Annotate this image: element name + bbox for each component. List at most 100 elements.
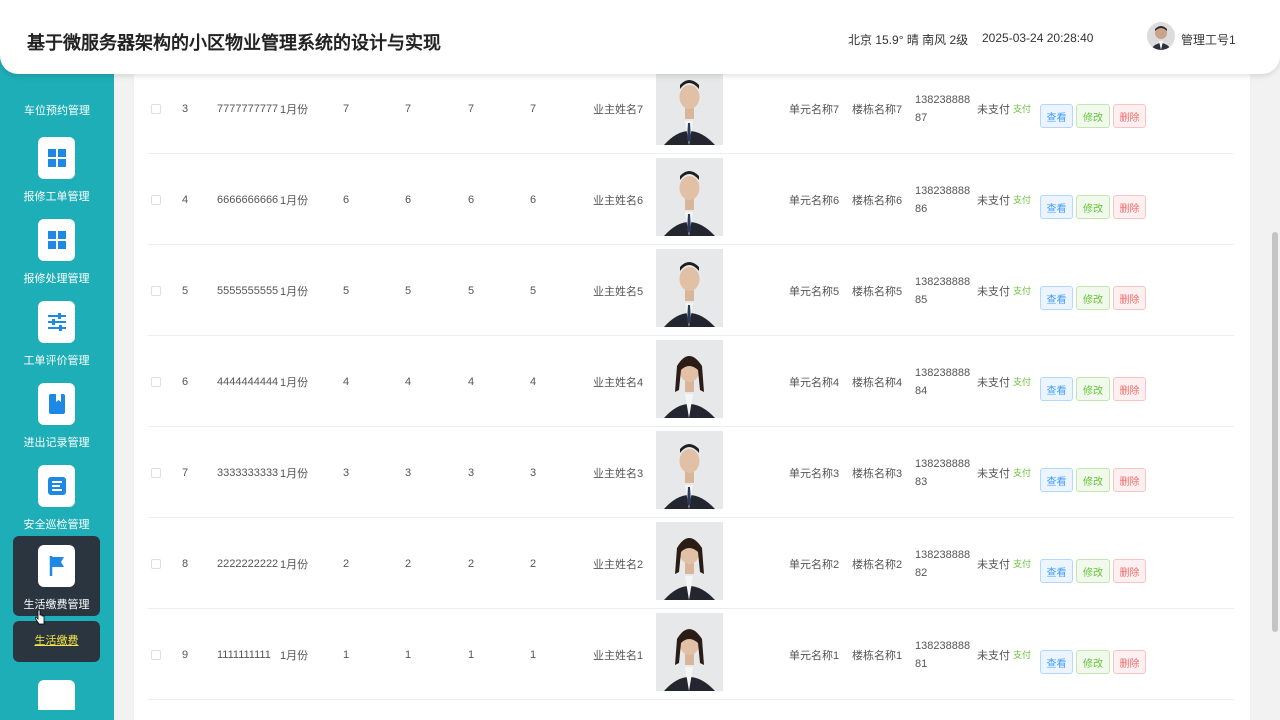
delete-button[interactable]: 删除 bbox=[1113, 377, 1146, 401]
value-3: 4 bbox=[468, 375, 475, 388]
row-checkbox[interactable] bbox=[151, 195, 161, 205]
view-button[interactable]: 查看 bbox=[1040, 468, 1073, 492]
submenu-item-living-payment[interactable]: 生活缴费 bbox=[13, 621, 100, 662]
row-checkbox[interactable] bbox=[151, 650, 161, 660]
view-button[interactable]: 查看 bbox=[1040, 286, 1073, 310]
value-1: 7 bbox=[343, 102, 350, 115]
next-menu-icon[interactable] bbox=[38, 680, 75, 710]
unit-name: 单元名称4 bbox=[789, 376, 840, 389]
value-3: 3 bbox=[468, 466, 475, 479]
owner-photo bbox=[656, 340, 723, 418]
pay-link[interactable]: 支付 bbox=[1013, 245, 1031, 336]
top-header: 基于微服务器架构的小区物业管理系统的设计与实现 北京 15.9° 晴 南风 2级… bbox=[0, 0, 1280, 74]
sidebar-item-parking[interactable]: 车位预约管理 bbox=[0, 102, 114, 118]
owner-photo bbox=[656, 158, 723, 236]
view-button[interactable]: 查看 bbox=[1040, 377, 1073, 401]
delete-button[interactable]: 删除 bbox=[1113, 559, 1146, 583]
value-4: 7 bbox=[530, 102, 537, 115]
value-1: 6 bbox=[343, 193, 350, 206]
value-3: 2 bbox=[468, 557, 475, 570]
edit-button[interactable]: 修改 bbox=[1076, 650, 1110, 674]
pay-link[interactable]: 支付 bbox=[1013, 427, 1031, 518]
sidebar-item-living-payment[interactable]: 生活缴费管理 bbox=[13, 536, 100, 616]
pay-link[interactable]: 支付 bbox=[1013, 63, 1031, 154]
edit-button[interactable]: 修改 bbox=[1076, 104, 1110, 128]
unit-name: 单元名称5 bbox=[789, 285, 840, 298]
pay-link[interactable]: 支付 bbox=[1013, 154, 1031, 245]
table-row: 8 2222222222 1月份 2 2 2 2 业主姓名2 单元名称2 楼栋名称2 未支付 支付 13… bbox=[148, 518, 1234, 609]
view-button[interactable]: 查看 bbox=[1040, 195, 1073, 219]
sidebar-item-label: 报修处理管理 bbox=[23, 273, 90, 285]
value-4: 5 bbox=[530, 284, 537, 297]
row-index: 6 bbox=[182, 375, 189, 388]
row-checkbox[interactable] bbox=[151, 104, 161, 114]
fee-code: 3333333333 bbox=[217, 466, 279, 479]
owner-name: 业主姓名6 bbox=[593, 194, 644, 207]
table-row: 5 5555555555 1月份 5 5 5 5 业主姓名5 单元名称5 楼栋名称5 未支付 支付 13… bbox=[148, 245, 1234, 336]
sidebar-item-order-evaluation[interactable]: 工单评价管理 bbox=[13, 292, 100, 372]
edit-button[interactable]: 修改 bbox=[1076, 195, 1110, 219]
building-name: 楼栋名称3 bbox=[852, 467, 903, 480]
pay-link[interactable]: 支付 bbox=[1013, 518, 1031, 609]
edit-button[interactable]: 修改 bbox=[1076, 559, 1110, 583]
owner-phone: 13823888886 bbox=[915, 185, 971, 215]
fee-code: 7777777777 bbox=[217, 102, 279, 115]
edit-button[interactable]: 修改 bbox=[1076, 468, 1110, 492]
row-checkbox[interactable] bbox=[151, 377, 161, 387]
view-button[interactable]: 查看 bbox=[1040, 559, 1073, 583]
value-1: 3 bbox=[343, 466, 350, 479]
owner-phone: 13823888887 bbox=[915, 94, 971, 124]
avatar[interactable] bbox=[1147, 22, 1175, 50]
sidebar-item-repair-handling[interactable]: 报修处理管理 bbox=[13, 210, 100, 290]
row-index: 7 bbox=[182, 466, 189, 479]
fee-month: 1月份 bbox=[280, 194, 309, 207]
value-1: 2 bbox=[343, 557, 350, 570]
payment-status: 未支付 bbox=[977, 467, 1010, 480]
book-icon bbox=[38, 383, 75, 425]
owner-photo bbox=[656, 613, 723, 691]
value-2: 3 bbox=[405, 466, 412, 479]
delete-button[interactable]: 删除 bbox=[1113, 650, 1146, 674]
value-4: 6 bbox=[530, 193, 537, 206]
building-name: 楼栋名称5 bbox=[852, 285, 903, 298]
value-2: 4 bbox=[405, 375, 412, 388]
scrollbar-thumb[interactable] bbox=[1272, 232, 1278, 632]
row-checkbox[interactable] bbox=[151, 468, 161, 478]
delete-button[interactable]: 删除 bbox=[1113, 195, 1146, 219]
payment-status: 未支付 bbox=[977, 376, 1010, 389]
delete-button[interactable]: 删除 bbox=[1113, 468, 1146, 492]
pay-link[interactable]: 支付 bbox=[1013, 609, 1031, 700]
fee-code: 6666666666 bbox=[217, 193, 279, 206]
value-3: 5 bbox=[468, 284, 475, 297]
sliders-icon bbox=[38, 301, 75, 343]
row-checkbox[interactable] bbox=[151, 286, 161, 296]
building-name: 楼栋名称2 bbox=[852, 558, 903, 571]
table-row: 3 7777777777 1月份 7 7 7 7 业主姓名7 单元名称7 楼栋名称7 未支付 支付 13… bbox=[148, 63, 1234, 154]
sidebar-item-label: 生活缴费管理 bbox=[23, 599, 90, 611]
delete-button[interactable]: 删除 bbox=[1113, 286, 1146, 310]
view-button[interactable]: 查看 bbox=[1040, 650, 1073, 674]
edit-button[interactable]: 修改 bbox=[1076, 377, 1110, 401]
fee-month: 1月份 bbox=[280, 649, 309, 662]
view-button[interactable]: 查看 bbox=[1040, 104, 1073, 128]
fee-code: 2222222222 bbox=[217, 557, 279, 570]
fee-month: 1月份 bbox=[280, 558, 309, 571]
pay-link[interactable]: 支付 bbox=[1013, 336, 1031, 427]
row-index: 5 bbox=[182, 284, 189, 297]
fee-month: 1月份 bbox=[280, 103, 309, 116]
sidebar-item-safety-patrol[interactable]: 安全巡检管理 bbox=[13, 456, 100, 536]
row-checkbox[interactable] bbox=[151, 559, 161, 569]
user-name[interactable]: 管理工号1 bbox=[1181, 31, 1236, 48]
sidebar-item-access-records[interactable]: 进出记录管理 bbox=[13, 374, 100, 454]
edit-button[interactable]: 修改 bbox=[1076, 286, 1110, 310]
value-2: 2 bbox=[405, 557, 412, 570]
unit-name: 单元名称1 bbox=[789, 649, 840, 662]
payment-status: 未支付 bbox=[977, 194, 1010, 207]
sidebar-item-repair-orders[interactable]: 报修工单管理 bbox=[13, 128, 100, 208]
value-1: 5 bbox=[343, 284, 350, 297]
payment-status: 未支付 bbox=[977, 103, 1010, 116]
owner-photo bbox=[656, 249, 723, 327]
delete-button[interactable]: 删除 bbox=[1113, 104, 1146, 128]
main-content: 3 7777777777 1月份 7 7 7 7 业主姓名7 单元名称7 楼栋名称7 未支付 支付 13… bbox=[134, 0, 1250, 720]
building-name: 楼栋名称6 bbox=[852, 194, 903, 207]
